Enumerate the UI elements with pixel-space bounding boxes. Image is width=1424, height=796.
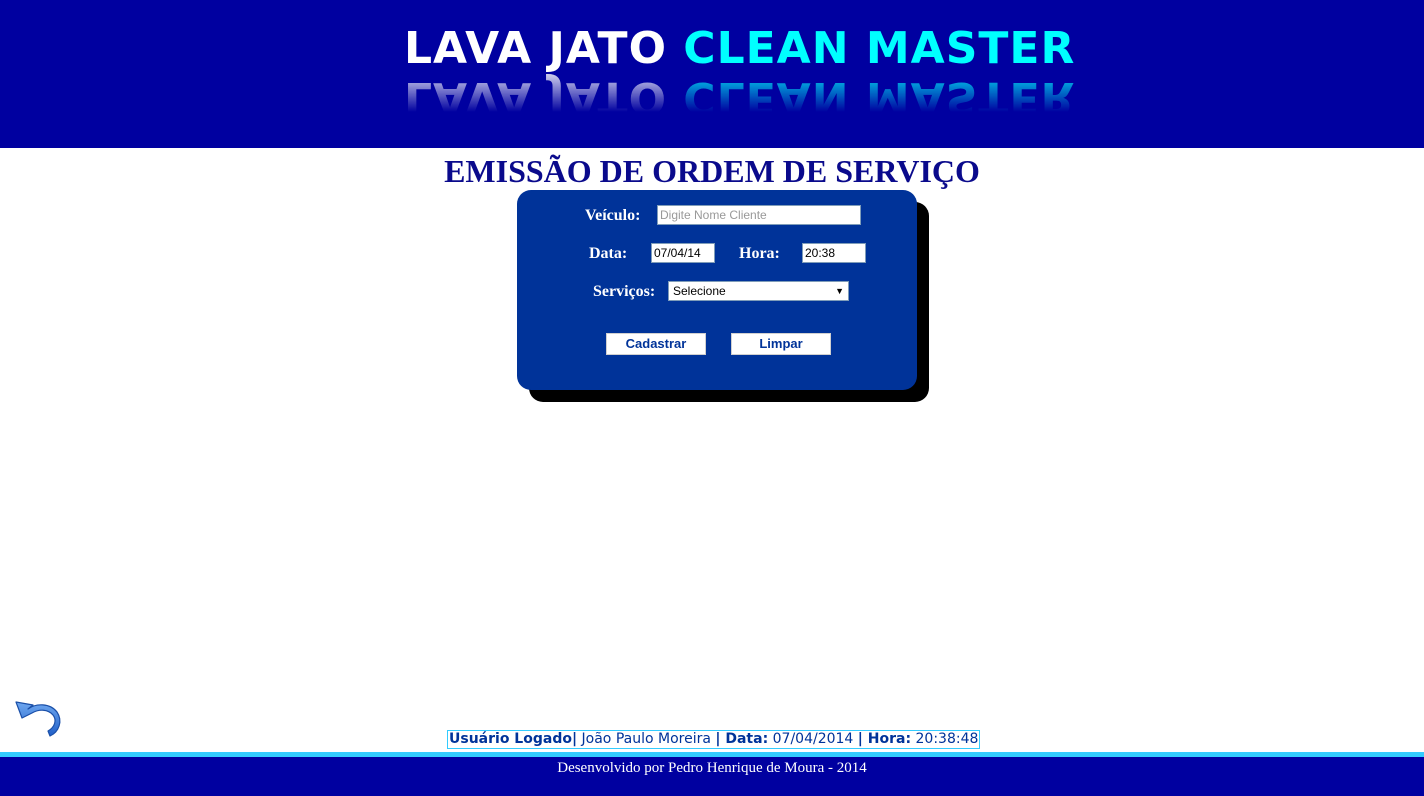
cadastrar-button[interactable]: Cadastrar: [606, 333, 706, 355]
veiculo-input[interactable]: [657, 205, 861, 225]
logged-user-status: Usuário Logado| João Paulo Moreira | Dat…: [447, 730, 981, 749]
servicos-selected-value: Selecione: [673, 284, 726, 298]
limpar-button[interactable]: Limpar: [731, 333, 831, 355]
logo-text: LAVA JATO CLEAN MASTER: [404, 24, 1075, 74]
user-name: João Paulo Moreira: [581, 731, 711, 747]
status-date-label: | Data:: [715, 731, 769, 747]
footer-credit: Desenvolvido por Pedro Henrique de Moura…: [557, 760, 867, 776]
logo: LAVA JATO CLEAN MASTER LAVA JATO CLEAN M…: [404, 24, 1075, 124]
order-form-panel: Veículo: Data: Hora: Serviços: Selecione…: [517, 190, 917, 390]
veiculo-label: Veículo:: [585, 207, 641, 224]
chevron-down-icon: ▼: [835, 286, 844, 296]
user-label: Usuário Logado|: [449, 731, 578, 747]
logo-reflection: LAVA JATO CLEAN MASTER: [404, 72, 1076, 123]
data-label: Data:: [589, 245, 628, 262]
status-date-value: 07/04/2014: [772, 731, 854, 747]
undo-arrow-icon[interactable]: [14, 688, 66, 738]
logo-reflection-part-2: CLEAN MASTER: [683, 72, 1076, 123]
footer: Desenvolvido por Pedro Henrique de Moura…: [0, 757, 1424, 796]
servicos-label: Serviços:: [593, 283, 656, 300]
status-time-label: | Hora:: [857, 731, 912, 747]
status-time-value: 20:38:48: [915, 731, 979, 747]
data-input[interactable]: [651, 243, 715, 263]
servicos-select[interactable]: Selecione ▼: [668, 281, 849, 301]
logo-part-2: CLEAN MASTER: [683, 23, 1076, 74]
logo-part-1: LAVA JATO: [404, 23, 667, 74]
hora-input[interactable]: [802, 243, 866, 263]
header-banner: LAVA JATO CLEAN MASTER LAVA JATO CLEAN M…: [0, 0, 1424, 148]
page-title: EMISSÃO DE ORDEM DE SERVIÇO: [444, 153, 980, 189]
logo-reflection-part-1: LAVA JATO: [404, 72, 667, 123]
hora-label: Hora:: [739, 245, 780, 262]
